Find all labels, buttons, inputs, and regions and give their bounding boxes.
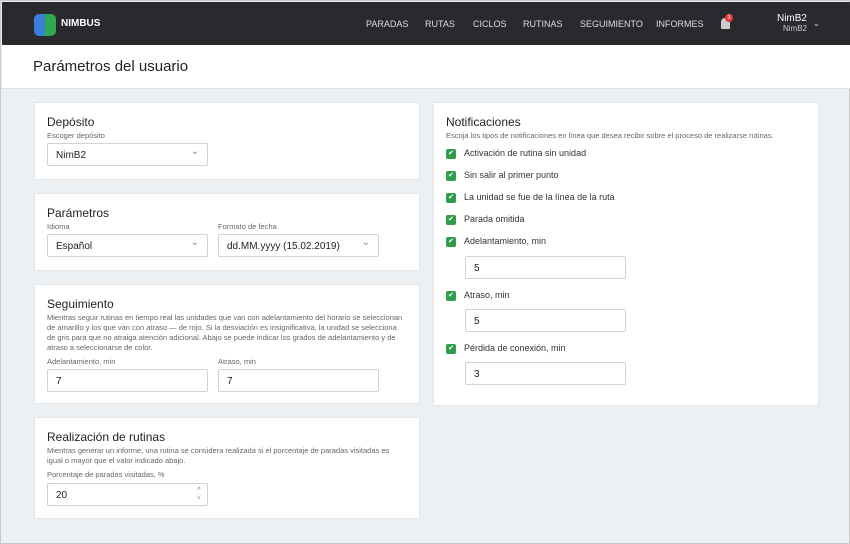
- check-icon: ✔: [446, 290, 456, 301]
- notif-label: La unidad se fue de la línea de la ruta: [464, 192, 615, 202]
- nav-rutinas[interactable]: RUTINAS: [523, 19, 563, 29]
- title-bar: Parámetros del usuario: [2, 45, 850, 89]
- nav-informes[interactable]: INFORMES: [656, 19, 704, 29]
- deposito-select[interactable]: NimB2: [47, 143, 208, 166]
- atraso-label: Atraso, min: [218, 357, 256, 366]
- deposito-card: Depósito Escoger depósito NimB2: [34, 102, 420, 180]
- chevron-down-icon[interactable]: ⌄: [813, 19, 820, 28]
- adelanto-input[interactable]: 7: [47, 369, 208, 392]
- notificaciones-title: Notificaciones: [446, 115, 521, 129]
- notif-perdida-input[interactable]: 3: [465, 362, 626, 385]
- notif-adelanto-input[interactable]: 5: [465, 256, 626, 279]
- check-icon: ✔: [446, 343, 456, 354]
- notif-label: Activación de rutina sin unidad: [464, 148, 587, 158]
- porcentaje-input[interactable]: 20 ˄ ˅: [47, 483, 208, 506]
- parametros-card: Parámetros Idioma Español Formato de fec…: [34, 193, 420, 271]
- parametros-title: Parámetros: [47, 206, 110, 220]
- notif-checkbox[interactable]: ✔ Atraso, min: [446, 290, 510, 301]
- adelanto-label: Adelantamiento, min: [47, 357, 116, 366]
- seguimiento-title: Seguimiento: [47, 297, 114, 311]
- notif-checkbox[interactable]: ✔ Sin salir al primer punto: [446, 170, 559, 181]
- notif-checkbox[interactable]: ✔ Adelantamiento, min: [446, 236, 546, 247]
- nimbus-logo-icon[interactable]: [34, 14, 56, 36]
- notificaciones-card: Notificaciones Escoja los tipos de notif…: [433, 102, 819, 406]
- fecha-label: Formato de fecha: [218, 222, 277, 231]
- nav-rutas[interactable]: RUTAS: [425, 19, 455, 29]
- notif-label: Adelantamiento, min: [464, 236, 547, 246]
- seguimiento-card: Seguimiento Mientras seguir rutinas en t…: [34, 284, 420, 404]
- check-icon: ✔: [446, 148, 456, 159]
- porcentaje-label: Porcentaje de paradas visitadas, %: [47, 470, 165, 479]
- porcentaje-value: 20: [56, 490, 68, 501]
- idioma-select[interactable]: Español: [47, 234, 208, 257]
- check-icon: ✔: [446, 170, 456, 181]
- nav-seguimiento[interactable]: SEGUIMIENTO: [580, 19, 643, 29]
- user-sub: NimB2: [782, 24, 807, 33]
- nav-ciclos[interactable]: CICLOS: [473, 19, 507, 29]
- notif-checkbox[interactable]: ✔ Pérdida de conexión, min: [446, 343, 566, 354]
- stepper-icon[interactable]: ˄ ˅: [197, 485, 201, 503]
- notif-atraso-input[interactable]: 5: [465, 309, 626, 332]
- brand-name[interactable]: NIMBUS: [61, 18, 100, 29]
- atraso-input[interactable]: 7: [218, 369, 379, 392]
- deposito-label: Escoger depósito: [47, 131, 105, 140]
- fecha-select[interactable]: dd.MM.yyyy (15.02.2019): [218, 234, 379, 257]
- deposito-title: Depósito: [47, 115, 95, 129]
- user-name: NimB2: [776, 13, 807, 24]
- notif-checkbox[interactable]: ✔ Parada omitida: [446, 214, 525, 225]
- user-menu[interactable]: NimB2 NimB2: [777, 13, 807, 33]
- realizacion-title: Realización de rutinas: [47, 430, 166, 444]
- check-icon: ✔: [446, 214, 456, 225]
- notif-label: Pérdida de conexión, min: [464, 343, 566, 353]
- notificaciones-description: Escoja los tipos de notificaciones en lí…: [446, 131, 774, 140]
- notif-checkbox[interactable]: ✔ Activación de rutina sin unidad: [446, 148, 586, 159]
- app-window: NIMBUS PARADAS RUTAS CICLOS RUTINAS SEGU…: [0, 0, 850, 544]
- notif-label: Atraso, min: [464, 290, 510, 300]
- nav-paradas[interactable]: PARADAS: [366, 19, 408, 29]
- notif-label: Parada omitida: [464, 214, 525, 224]
- notif-label: Sin salir al primer punto: [464, 170, 559, 180]
- check-icon: ✔: [446, 236, 456, 247]
- realizacion-card: Realización de rutinas Mientras generar …: [34, 417, 420, 519]
- idioma-label: Idioma: [47, 222, 70, 231]
- check-icon: ✔: [446, 192, 456, 203]
- seguimiento-description: Mientras seguir rutinas en tiempo real l…: [47, 313, 403, 352]
- notif-checkbox[interactable]: ✔ La unidad se fue de la línea de la ruta: [446, 192, 615, 203]
- realizacion-description: Mientras generar un informe, una rutina …: [47, 446, 390, 465]
- page-title: Parámetros del usuario: [33, 58, 189, 75]
- notification-badge: 3: [725, 14, 733, 22]
- top-nav: NIMBUS PARADAS RUTAS CICLOS RUTINAS SEGU…: [2, 2, 850, 45]
